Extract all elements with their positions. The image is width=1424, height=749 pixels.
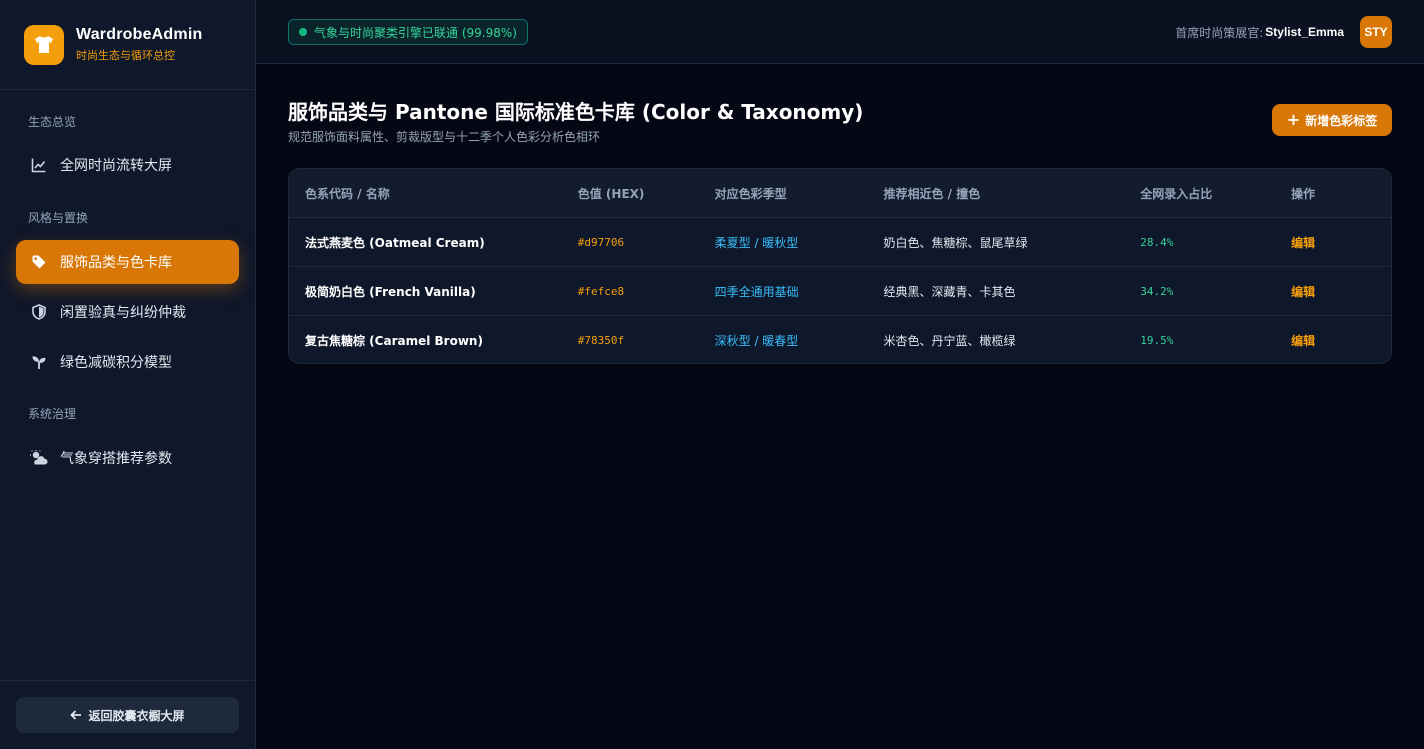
sidebar-item-color-library[interactable]: 服饰品类与色卡库 <box>16 240 239 284</box>
brand: WardrobeAdmin 时尚生态与循环总控 <box>0 0 255 90</box>
nav-section-overview: 生态总览 <box>28 115 77 129</box>
tag-icon <box>30 253 48 271</box>
color-taxonomy-table: 色系代码 / 名称 色值 (HEX) 对应色彩季型 推荐相近色 / 撞色 全网录… <box>288 168 1392 364</box>
sidebar-item-dashboard[interactable]: 全网时尚流转大屏 <box>16 143 239 187</box>
color-match: 奶白色、焦糖棕、鼠尾草绿 <box>883 235 1028 250</box>
sidebar-item-label: 全网时尚流转大屏 <box>60 158 172 174</box>
table-row: 法式燕麦色 (Oatmeal Cream) #d97706 柔夏型 / 暖秋型 … <box>289 217 1391 266</box>
sidebar-item-label: 绿色减碳积分模型 <box>60 355 172 371</box>
col-header-share: 全网录入占比 <box>1140 186 1213 201</box>
table-header: 色系代码 / 名称 色值 (HEX) 对应色彩季型 推荐相近色 / 撞色 全网录… <box>289 169 1391 217</box>
page-title: 服饰品类与 Pantone 国际标准色卡库 (Color & Taxonomy) <box>288 100 864 124</box>
color-hex: #d97706 <box>577 235 625 249</box>
add-color-tag-button[interactable]: + 新增色彩标签 <box>1272 104 1392 136</box>
shield-icon <box>30 303 48 321</box>
sidebar-item-label: 闲置验真与纠纷仲裁 <box>60 305 186 321</box>
user-area: 首席时尚策展官: Stylist_Emma STY <box>1175 16 1392 48</box>
col-header-action: 操作 <box>1291 186 1316 201</box>
edit-button[interactable]: 编辑 <box>1291 236 1315 250</box>
color-name: 极简奶白色 (French Vanilla) <box>305 284 476 299</box>
edit-button[interactable]: 编辑 <box>1291 285 1315 299</box>
color-match: 经典黑、深藏青、卡其色 <box>883 284 1016 299</box>
sidebar-item-carbon[interactable]: 绿色减碳积分模型 <box>16 340 239 384</box>
top-bar: 气象与时尚聚类引擎已联通 (99.98%) 首席时尚策展官: Stylist_E… <box>256 0 1424 64</box>
plus-icon: + <box>1286 110 1301 129</box>
tshirt-icon <box>24 24 64 65</box>
color-hex: #fefce8 <box>577 284 625 298</box>
back-to-dashboard-button[interactable]: 返回胶囊衣橱大屏 <box>16 697 239 733</box>
table-row: 极简奶白色 (French Vanilla) #fefce8 四季全通用基础 经… <box>289 266 1391 315</box>
cloud-sun-icon <box>30 449 48 467</box>
sidebar: WardrobeAdmin 时尚生态与循环总控 生态总览 全网时尚流转大屏 风格… <box>0 0 256 749</box>
status-text: 气象与时尚聚类引擎已联通 (99.98%) <box>314 25 517 40</box>
user-name: Stylist_Emma <box>1265 25 1344 39</box>
color-match: 米杏色、丹宁蓝、橄榄绿 <box>883 333 1016 348</box>
table-row: 复古焦糖棕 (Caramel Brown) #78350f 深秋型 / 暖春型 … <box>289 315 1391 363</box>
add-button-label: 新增色彩标签 <box>1305 113 1378 128</box>
color-name: 法式燕麦色 (Oatmeal Cream) <box>305 235 485 250</box>
sidebar-item-authentication[interactable]: 闲置验真与纠纷仲裁 <box>16 290 239 334</box>
color-season: 深秋型 / 暖春型 <box>714 333 799 348</box>
status-dot-icon <box>299 28 307 36</box>
user-role-label: 首席时尚策展官: <box>1175 25 1264 40</box>
sidebar-item-weather[interactable]: 气象穿搭推荐参数 <box>16 436 239 480</box>
color-share: 19.5% <box>1140 333 1174 347</box>
color-share: 28.4% <box>1140 235 1174 249</box>
color-hex: #78350f <box>577 333 625 347</box>
color-season: 四季全通用基础 <box>714 284 799 299</box>
color-name: 复古焦糖棕 (Caramel Brown) <box>305 333 483 348</box>
col-header-name: 色系代码 / 名称 <box>305 186 390 201</box>
sidebar-footer: 返回胶囊衣橱大屏 <box>0 680 255 749</box>
col-header-season: 对应色彩季型 <box>714 186 787 201</box>
sidebar-item-label: 气象穿搭推荐参数 <box>60 451 172 467</box>
brand-subtitle: 时尚生态与循环总控 <box>76 49 175 62</box>
seedling-icon <box>30 353 48 371</box>
color-season: 柔夏型 / 暖秋型 <box>714 235 799 250</box>
sidebar-item-label: 服饰品类与色卡库 <box>60 255 172 271</box>
avatar[interactable]: STY <box>1360 16 1392 48</box>
col-header-hex: 色值 (HEX) <box>577 186 645 201</box>
brand-title: WardrobeAdmin <box>76 26 203 43</box>
page-subtitle: 规范服饰面料属性、剪裁版型与十二季个人色彩分析色相环 <box>288 130 601 144</box>
back-button-label: 返回胶囊衣橱大屏 <box>88 708 185 723</box>
col-header-match: 推荐相近色 / 撞色 <box>883 186 981 201</box>
color-share: 34.2% <box>1140 284 1174 298</box>
edit-button[interactable]: 编辑 <box>1291 334 1315 348</box>
arrow-left-icon <box>70 709 82 721</box>
engine-status-badge: 气象与时尚聚类引擎已联通 (99.98%) <box>288 19 528 45</box>
nav-section-governance: 系统治理 <box>28 407 77 421</box>
chart-line-icon <box>30 156 48 174</box>
nav-section-style: 风格与置换 <box>28 211 89 225</box>
